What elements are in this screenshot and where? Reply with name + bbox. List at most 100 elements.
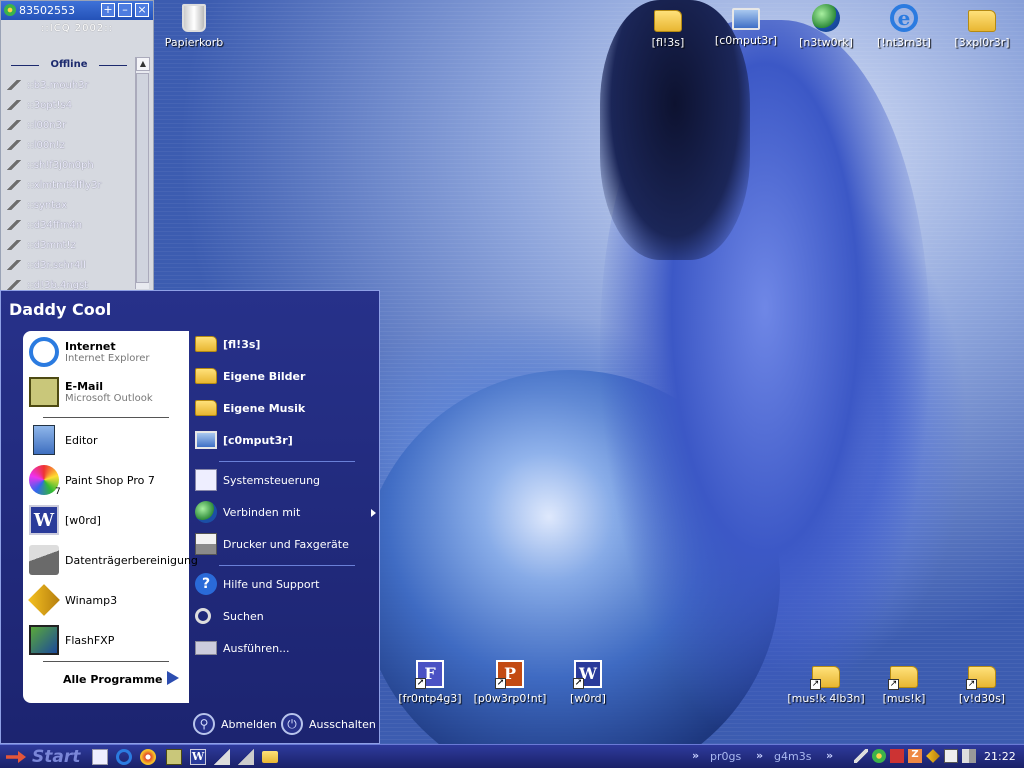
printer-icon (195, 533, 217, 555)
start-item-paint-shop-pro[interactable]: 7 Paint Shop Pro 7 (29, 465, 187, 497)
start-button[interactable]: Start (6, 747, 80, 767)
desktop-icon-recycle-bin[interactable]: Papierkorb (152, 4, 236, 49)
start-place-search[interactable]: Suchen (195, 603, 264, 629)
start-item-flashfxp[interactable]: FlashFXP (29, 625, 187, 655)
all-programs-arrow-icon[interactable] (167, 671, 179, 685)
icq-contact[interactable]: ::l00n!z (7, 135, 131, 155)
start-place-files[interactable]: [fl!3s] (195, 331, 260, 357)
start-place-connect-to[interactable]: Verbinden mit (195, 499, 300, 525)
start-place-help[interactable]: ? Hilfe und Support (195, 571, 319, 597)
folder-icon (195, 336, 217, 352)
start-item-word[interactable]: W [w0rd] (29, 505, 187, 535)
toolbar-chevron-icon[interactable]: » (756, 749, 763, 762)
help-icon: ? (195, 573, 217, 595)
icq-contact[interactable]: ::d34ffm4n (7, 215, 131, 235)
icq-minimize-button[interactable]: – (118, 3, 132, 17)
music-albums-folder-icon: ↗ (810, 666, 840, 690)
icq-contact[interactable]: ::3opt!s4 (7, 95, 131, 115)
icq-scrollbar[interactable]: ▲ (135, 57, 150, 289)
winamp-icon (28, 584, 60, 616)
start-item-disk-cleanup[interactable]: Datenträgerbereinigung (29, 545, 198, 575)
logoff-button[interactable]: ⚲ Abmelden (193, 713, 277, 735)
tray-zip-icon[interactable]: Z (908, 749, 922, 763)
powerpoint-icon: P ↗ (495, 660, 524, 689)
icq-contact[interactable]: ::syntax (7, 195, 131, 215)
quicklaunch-desktop-icon[interactable] (92, 749, 108, 765)
offline-pen-icon (7, 280, 21, 290)
icq-contact[interactable]: ::b3.mouh3r (7, 75, 131, 95)
shutdown-button[interactable]: ⏻ Ausschalten (281, 713, 376, 735)
logoff-icon: ⚲ (193, 713, 215, 735)
start-place-control-panel[interactable]: Systemsteuerung (195, 467, 320, 493)
toolbar-chevron-icon[interactable]: » (692, 749, 699, 762)
desktop-icon-music-albums[interactable]: ↗ [mus!k 4lb3n] (784, 660, 868, 705)
tray-volume-icon[interactable] (962, 749, 976, 763)
taskbar-clock[interactable]: 21:22 (984, 750, 1016, 763)
start-item-email[interactable]: E-Mail Microsoft Outlook (29, 377, 187, 407)
all-programs-button[interactable]: Alle Programme (63, 673, 163, 686)
icq-contact[interactable]: ::sh!f3j0n0ph (7, 155, 131, 175)
icq-add-button[interactable]: + (101, 3, 115, 17)
icq-contact[interactable]: ::d3r.schr4ll (7, 255, 131, 275)
word-icon: W ↗ (573, 660, 602, 689)
disk-cleanup-icon (29, 545, 59, 575)
toolbar-games[interactable]: g4m3s (774, 750, 811, 763)
start-place-my-music[interactable]: Eigene Musik (195, 395, 305, 421)
music-folder-icon (195, 400, 217, 416)
flashfxp-icon (29, 625, 59, 655)
offline-pen-icon (7, 140, 21, 150)
icq-titlebar[interactable]: 83502553 + – × (1, 1, 153, 20)
icq-close-button[interactable]: × (135, 3, 149, 17)
tray-winamp-icon[interactable] (926, 749, 940, 763)
quicklaunch-folder-icon[interactable] (262, 751, 278, 763)
icq-contact[interactable]: ::xlmtmt4lfly3r (7, 175, 131, 195)
start-item-winamp[interactable]: Winamp3 (28, 584, 187, 616)
recycle-bin-icon (182, 4, 206, 32)
desktop-icon-files[interactable]: [fl!3s] (626, 4, 710, 49)
start-place-printers[interactable]: Drucker und Faxgeräte (195, 531, 349, 557)
pictures-folder-icon (195, 368, 217, 384)
desktop-icon-internet[interactable]: e [!nt3rn3t] (862, 4, 946, 49)
frontpage-icon: F ↗ (415, 660, 444, 689)
start-menu-username: Daddy Cool (9, 300, 112, 319)
start-item-editor[interactable]: Editor (29, 425, 187, 455)
start-place-run[interactable]: Ausführen... (195, 635, 290, 661)
desktop-icon-computer[interactable]: [c0mput3r] (704, 4, 788, 47)
shortcut-arrow-icon: ↗ (415, 678, 426, 689)
scroll-thumb[interactable] (136, 73, 149, 283)
shortcut-arrow-icon: ↗ (888, 679, 899, 690)
desktop-icon-powerpoint[interactable]: P ↗ [p0w3rp0!nt] (468, 660, 552, 705)
tray-network-icon[interactable] (944, 749, 958, 763)
tray-pen-icon[interactable] (854, 749, 868, 763)
quicklaunch-tool-icon[interactable] (238, 749, 254, 765)
icq-window: 83502553 + – × ::ICQ 2002:: Offline ::b3… (0, 0, 154, 292)
shortcut-arrow-icon: ↗ (573, 678, 584, 689)
start-menu-programs-pane: Internet Internet Explorer E-Mail Microsof… (23, 331, 198, 703)
desktop-icon-videos[interactable]: ↗ [v!d30s] (940, 660, 1024, 705)
toolbar-chevron-icon[interactable]: » (826, 749, 833, 762)
start-menu: Daddy Cool Internet Internet Explorer E-M… (0, 290, 380, 744)
quicklaunch-media-icon[interactable] (140, 749, 156, 765)
tray-app-icon[interactable] (890, 749, 904, 763)
start-place-computer[interactable]: [c0mput3r] (195, 427, 293, 453)
icq-contact[interactable]: ::d3mnt!z (7, 235, 131, 255)
desktop-icon-word[interactable]: W ↗ [w0rd] (546, 660, 630, 705)
desktop-icon-network[interactable]: [n3tw0rk] (784, 4, 868, 49)
desktop-icon-explorer[interactable]: [3xpl0r3r] (940, 4, 1024, 49)
explorer-icon (968, 10, 996, 32)
quicklaunch-ie-icon[interactable] (116, 749, 132, 765)
quicklaunch-tool-icon[interactable] (214, 749, 230, 765)
start-place-my-pictures[interactable]: Eigene Bilder (195, 363, 305, 389)
desktop-icon-music[interactable]: ↗ [mus!k] (862, 660, 946, 705)
tray-icq-icon[interactable] (872, 749, 886, 763)
shortcut-arrow-icon: ↗ (495, 678, 506, 689)
offline-pen-icon (7, 240, 21, 250)
icq-group-offline[interactable]: Offline (9, 59, 129, 70)
icq-contact[interactable]: ::l00n3r (7, 115, 131, 135)
quicklaunch-word-icon[interactable]: W (190, 749, 206, 765)
quicklaunch-outlook-icon[interactable] (166, 749, 182, 765)
start-item-internet[interactable]: Internet Internet Explorer (29, 337, 187, 367)
desktop-icon-frontpage[interactable]: F ↗ [fr0ntp4g3] (388, 660, 472, 705)
scroll-up-icon[interactable]: ▲ (136, 57, 150, 71)
toolbar-programs[interactable]: pr0gs (710, 750, 741, 763)
